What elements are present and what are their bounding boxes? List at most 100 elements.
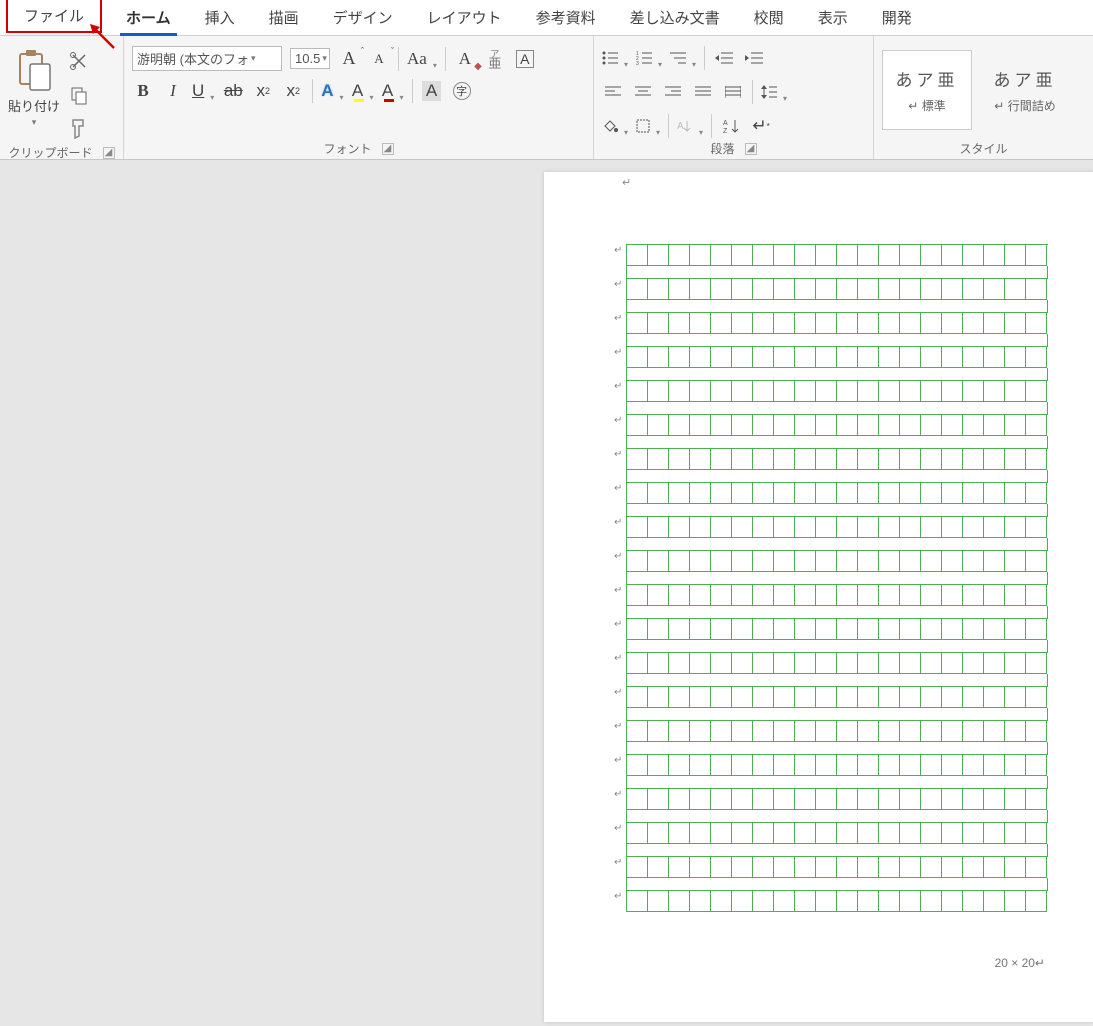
multilevel-icon	[670, 51, 686, 65]
show-marks-button[interactable]: ↵*	[750, 115, 772, 137]
tab-home[interactable]: ホーム	[112, 0, 185, 35]
group-clipboard-label: クリップボード	[8, 144, 92, 161]
cut-button[interactable]	[66, 48, 92, 74]
tab-layout[interactable]: レイアウト	[413, 0, 516, 35]
separator	[711, 114, 712, 138]
format-painter-button[interactable]	[66, 116, 92, 142]
align-right-button[interactable]	[662, 81, 684, 103]
borders-button[interactable]	[636, 115, 660, 137]
change-case-button[interactable]: Aa	[407, 48, 437, 70]
tab-developer[interactable]: 開発	[868, 0, 926, 35]
text-effects-button[interactable]: A	[321, 80, 343, 102]
clipboard-launcher[interactable]: ◢	[103, 147, 115, 159]
font-launcher[interactable]: ◢	[382, 143, 394, 155]
copy-button[interactable]	[66, 82, 92, 108]
paragraph-mark-icon: ↵	[622, 176, 631, 189]
indent-button[interactable]	[743, 47, 765, 69]
tab-file[interactable]: ファイル	[6, 0, 102, 33]
align-right-icon	[665, 86, 681, 98]
align-left-button[interactable]	[602, 81, 624, 103]
line-spacing-icon	[761, 85, 777, 99]
numbering-icon: 123	[636, 51, 652, 65]
paste-label: 貼り付け	[8, 96, 60, 115]
paste-button[interactable]: 貼り付け ▾	[8, 48, 60, 128]
align-left-icon	[605, 86, 621, 98]
separator	[398, 47, 399, 71]
superscript-button[interactable]: x2	[282, 80, 304, 102]
strike-button[interactable]: ab	[222, 80, 244, 102]
align-center-button[interactable]	[632, 81, 654, 103]
separator	[445, 47, 446, 71]
svg-text:A: A	[723, 120, 728, 127]
separator	[312, 79, 313, 103]
return-icon: ↵	[994, 99, 1004, 113]
shading-button[interactable]	[602, 115, 628, 137]
numbering-button[interactable]: 123	[636, 47, 662, 69]
style-preview: あア亜	[994, 66, 1057, 91]
text-direction-button[interactable]: A	[677, 115, 703, 137]
separator	[412, 79, 413, 103]
font-color-button[interactable]: A	[382, 80, 404, 102]
distribute-button[interactable]	[722, 81, 744, 103]
outdent-button[interactable]	[713, 47, 735, 69]
separator	[704, 46, 705, 70]
ruby-button[interactable]: ア亜	[484, 48, 506, 70]
sort-button[interactable]: AZ	[720, 115, 742, 137]
svg-text:3: 3	[636, 61, 639, 65]
subscript-button[interactable]: x2	[252, 80, 274, 102]
tab-draw[interactable]: 描画	[255, 0, 313, 35]
scissors-icon	[69, 51, 89, 71]
document-canvas[interactable]: ↵ ↵↵↵↵↵↵↵↵↵↵↵↵↵↵↵↵↵↵↵↵ 20 × 20↵	[0, 160, 1093, 1026]
sort-icon: AZ	[723, 118, 739, 134]
paragraph-launcher[interactable]: ◢	[745, 143, 757, 155]
tab-view[interactable]: 表示	[804, 0, 862, 35]
underline-button[interactable]: U	[192, 80, 214, 102]
font-name-select[interactable]: 游明朝 (本文のフォ▾	[132, 46, 282, 71]
style-nospace[interactable]: あア亜 ↵ 行間詰め	[980, 50, 1070, 130]
return-icon: ↵	[908, 99, 918, 113]
chevron-down-icon: ▾	[32, 117, 37, 128]
separator	[668, 114, 669, 138]
italic-button[interactable]: I	[162, 80, 184, 102]
tab-mailings[interactable]: 差し込み文書	[616, 0, 734, 35]
borders-icon	[636, 119, 650, 133]
justify-button[interactable]	[692, 81, 714, 103]
style-normal[interactable]: あア亜 ↵ 標準	[882, 50, 972, 130]
justify-icon	[695, 86, 711, 98]
multilevel-button[interactable]	[670, 47, 696, 69]
tab-insert[interactable]: 挿入	[191, 0, 249, 35]
genkoyoshi-grid: ↵↵↵↵↵↵↵↵↵↵↵↵↵↵↵↵↵↵↵↵	[626, 244, 1048, 912]
bucket-icon	[602, 118, 618, 134]
distribute-icon	[725, 86, 741, 98]
bold-button[interactable]: B	[132, 80, 154, 102]
text-dir-icon: A	[677, 119, 693, 133]
tab-review[interactable]: 校閲	[740, 0, 798, 35]
outdent-icon	[715, 51, 733, 65]
decrease-font-button[interactable]: Aˇ	[368, 48, 390, 70]
char-border-button[interactable]: A	[514, 48, 536, 70]
clear-format-button[interactable]: A◆	[454, 48, 476, 70]
line-spacing-button[interactable]	[761, 81, 787, 103]
align-center-icon	[635, 86, 651, 98]
group-font-label: フォント	[323, 140, 371, 157]
brush-icon	[69, 118, 89, 140]
svg-text:A: A	[677, 121, 684, 132]
clipboard-icon	[14, 48, 54, 94]
enclose-char-button[interactable]: 字	[451, 80, 473, 102]
indent-icon	[745, 51, 763, 65]
tab-design[interactable]: デザイン	[319, 0, 407, 35]
highlight-button[interactable]: A	[352, 80, 374, 102]
group-styles-label: スタイル	[959, 140, 1007, 157]
tab-references[interactable]: 参考資料	[522, 0, 610, 35]
separator	[752, 80, 753, 104]
bullets-icon	[602, 51, 618, 65]
increase-font-button[interactable]: Aˆ	[338, 48, 360, 70]
svg-text:Z: Z	[723, 128, 728, 134]
copy-icon	[69, 85, 89, 105]
grid-caption: 20 × 20↵	[995, 956, 1045, 970]
font-size-select[interactable]: 10.5▾	[290, 48, 330, 69]
bullets-button[interactable]	[602, 47, 628, 69]
style-preview: あア亜	[896, 66, 959, 91]
char-shading-button[interactable]: A	[421, 80, 443, 102]
group-paragraph-label: 段落	[710, 140, 734, 157]
